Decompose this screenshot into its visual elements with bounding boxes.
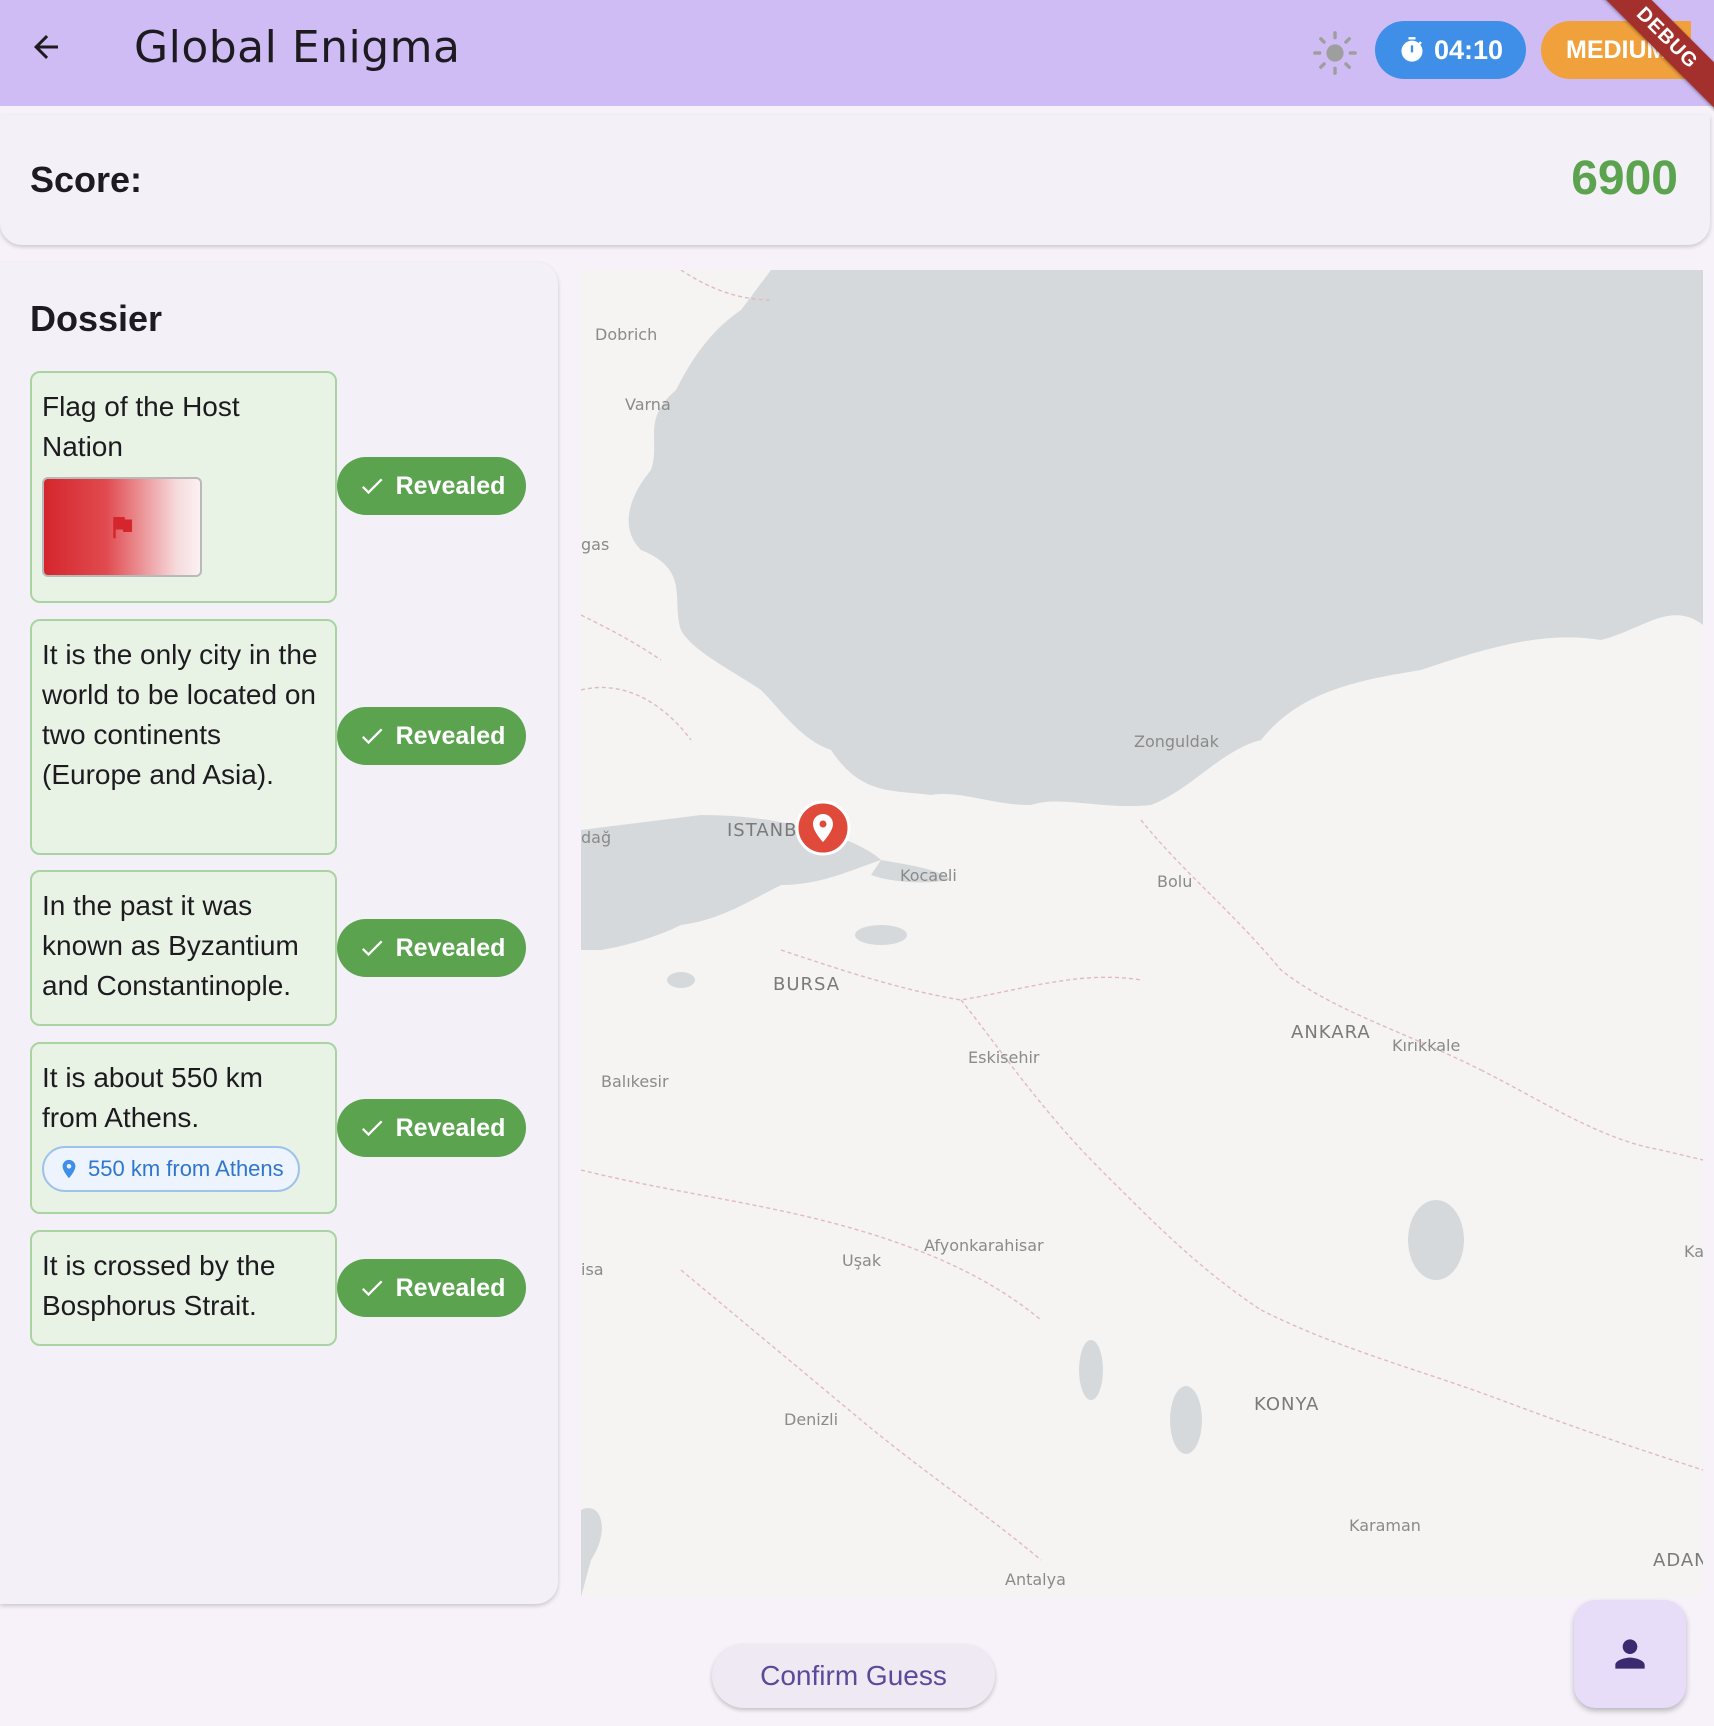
clue-card: In the past it was known as Byzantium an… <box>30 870 337 1026</box>
map-label: Dobrich <box>595 325 658 344</box>
flag-icon <box>113 517 132 539</box>
map-label: dağ <box>581 828 612 847</box>
map-background <box>581 270 1703 1597</box>
map-label: Antalya <box>1005 1570 1066 1589</box>
app-bar: Global Enigma 04:10 MEDIUM DEBUG <box>0 0 1714 117</box>
dossier-title: Dossier <box>30 298 163 339</box>
map-label: Ka <box>1684 1242 1703 1261</box>
revealed-button[interactable]: Revealed <box>337 1099 526 1157</box>
map-label: gas <box>581 535 610 554</box>
lake-iznik <box>855 925 907 945</box>
clue-text: In the past it was known as Byzantium an… <box>42 890 299 1001</box>
revealed-button[interactable]: Revealed <box>337 457 526 515</box>
dossier-panel: Dossier Flag of the Host Nation Revealed… <box>0 262 558 1604</box>
check-icon <box>361 478 383 495</box>
map-label: BURSA <box>773 974 841 995</box>
back-button[interactable] <box>24 25 68 69</box>
check-icon <box>361 1120 383 1137</box>
clue-text: Flag of the Host Nation <box>42 391 240 462</box>
revealed-button[interactable]: Revealed <box>337 1259 526 1317</box>
confirm-guess-button[interactable]: Confirm Guess <box>712 1644 995 1708</box>
revealed-label: Revealed <box>395 1273 506 1302</box>
arrow-back-icon <box>34 35 58 59</box>
lake-manyas <box>667 972 695 988</box>
clue-text: It is the only city in the world to be l… <box>42 639 318 790</box>
aegean-sea <box>581 1508 602 1597</box>
revealed-label: Revealed <box>395 933 506 962</box>
map-label: isa <box>581 1260 604 1279</box>
map-label: Bolu <box>1157 872 1193 891</box>
map-label: Eskisehir <box>968 1048 1040 1067</box>
map-label: Kırıkkale <box>1392 1036 1461 1055</box>
clue-card: It is the only city in the world to be l… <box>30 619 337 855</box>
clue-text: It is about 550 km from Athens. <box>42 1062 264 1133</box>
clue-card-distance: It is about 550 km from Athens. 550 km f… <box>30 1042 337 1214</box>
map-view[interactable]: Dobrich Varna gas Zonguldak dağ ISTANB K… <box>581 270 1703 1597</box>
score-label: Score: <box>30 159 143 200</box>
score-value: 6900 <box>1571 152 1678 205</box>
distance-chip-label: 550 km from Athens <box>88 1156 284 1181</box>
location-pin-icon <box>62 1159 76 1179</box>
tuz-lake <box>1408 1200 1464 1280</box>
revealed-label: Revealed <box>395 1113 506 1142</box>
map-label: KONYA <box>1254 1394 1320 1415</box>
sun-icon <box>1313 31 1357 75</box>
black-sea <box>628 270 1703 807</box>
guess-marker[interactable] <box>795 800 851 856</box>
distance-chip: 550 km from Athens <box>42 1146 300 1192</box>
clue-text: It is crossed by the Bosphorus Strait. <box>42 1250 276 1321</box>
map-label: Varna <box>625 395 671 414</box>
map-label: Afyonkarahisar <box>924 1236 1044 1255</box>
theme-toggle-button[interactable] <box>1310 28 1360 78</box>
timer-icon <box>1401 37 1423 62</box>
map-label: Balıkesir <box>601 1072 669 1091</box>
clue-card-flag: Flag of the Host Nation <box>30 371 337 603</box>
map-label: Zonguldak <box>1134 732 1219 751</box>
timer-chip[interactable]: 04:10 <box>1375 21 1526 79</box>
map-label: ANKARA <box>1291 1022 1371 1043</box>
map-label: ISTANB <box>727 820 798 841</box>
person-icon <box>1615 1639 1645 1669</box>
lake-beysehir <box>1170 1386 1202 1454</box>
revealed-button[interactable]: Revealed <box>337 919 526 977</box>
profile-fab[interactable] <box>1574 1600 1686 1708</box>
check-icon <box>361 940 383 957</box>
timer-value: 04:10 <box>1433 34 1504 65</box>
map-label: ADAN <box>1653 1550 1703 1571</box>
page-title: Global Enigma <box>134 22 461 73</box>
map-label: Karaman <box>1349 1516 1421 1535</box>
score-card: Score: 6900 <box>0 115 1710 245</box>
map-label: Denizli <box>784 1410 839 1429</box>
check-icon <box>361 1280 383 1297</box>
location-pin-icon <box>795 800 851 856</box>
flag-image <box>42 477 202 577</box>
clue-card: It is crossed by the Bosphorus Strait. <box>30 1230 337 1346</box>
revealed-label: Revealed <box>395 721 506 750</box>
map-label: Kocaeli <box>900 866 957 885</box>
map-label: Uşak <box>842 1251 882 1270</box>
revealed-label: Revealed <box>395 471 506 500</box>
revealed-button[interactable]: Revealed <box>337 707 526 765</box>
check-icon <box>361 728 383 745</box>
lake-egirdir <box>1079 1340 1103 1400</box>
